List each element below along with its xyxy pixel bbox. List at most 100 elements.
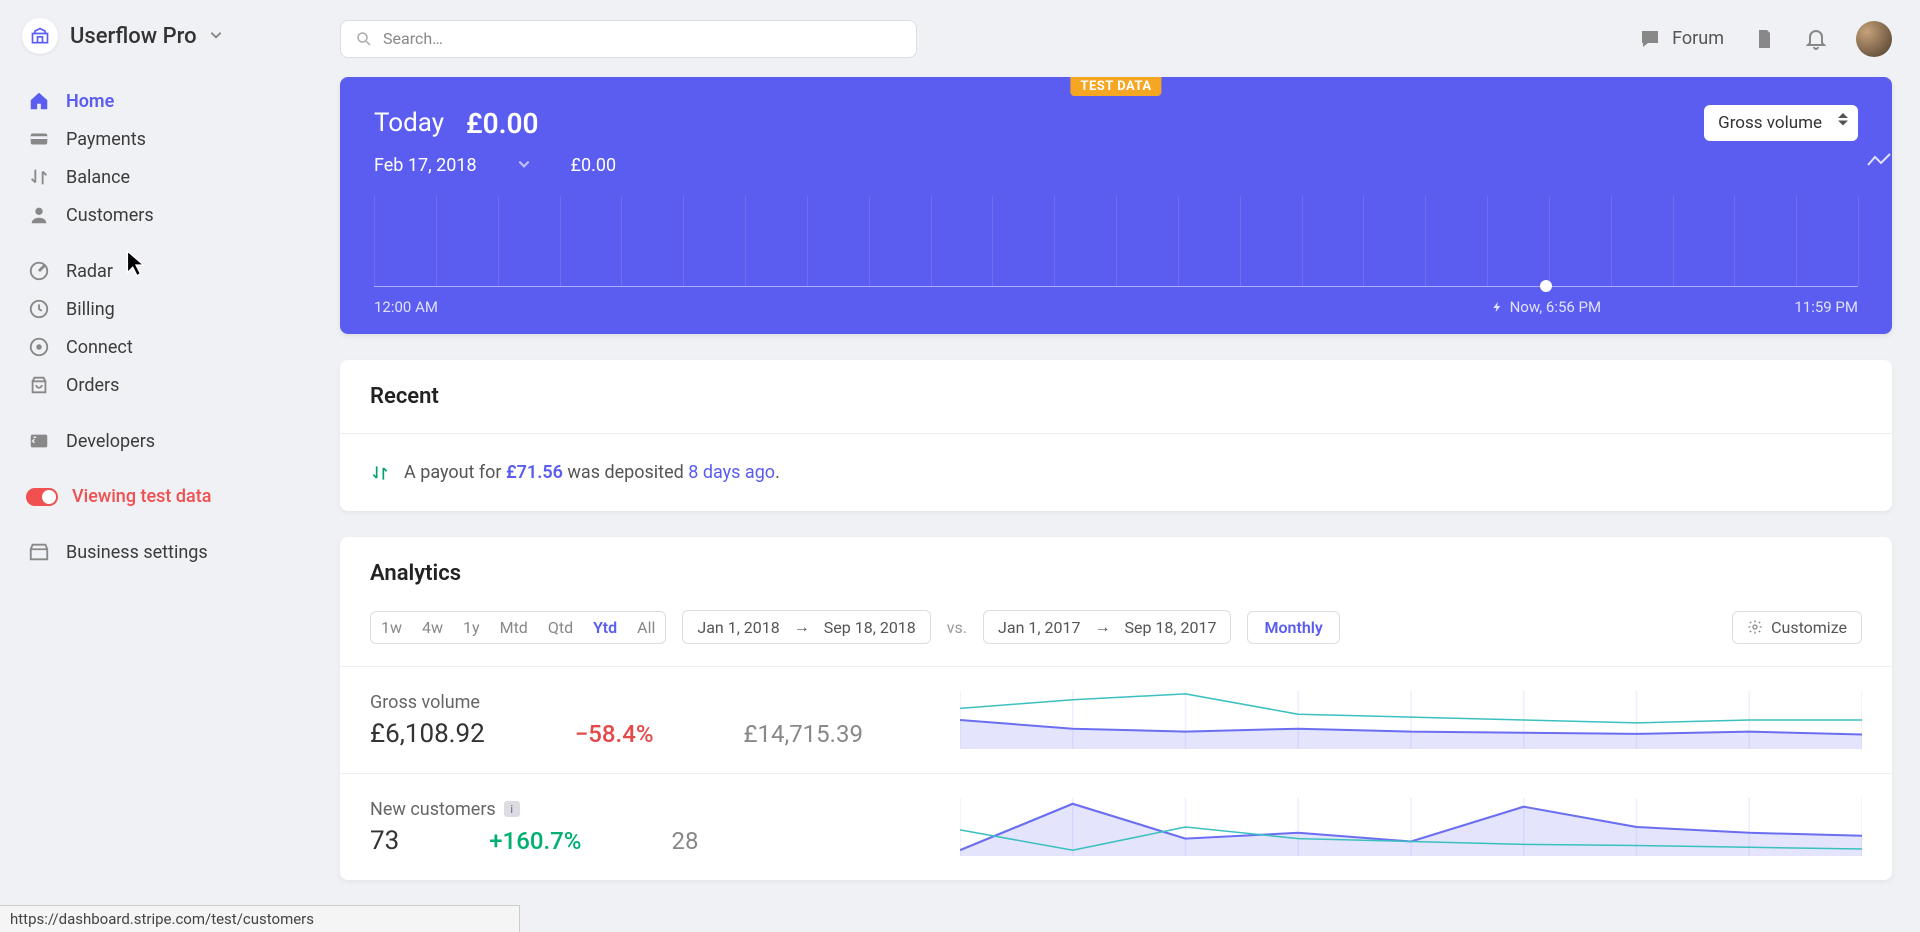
segment-qtd[interactable]: Qtd	[538, 612, 583, 643]
segment-1y[interactable]: 1y	[453, 612, 490, 643]
balance-icon	[28, 166, 50, 188]
granularity-selector[interactable]: Monthly	[1247, 611, 1339, 644]
segment-ytd[interactable]: Ytd	[583, 612, 627, 643]
search-icon	[355, 30, 373, 48]
analytics-row[interactable]: New customers i 73 +160.7% 28	[340, 773, 1892, 880]
payout-time-link[interactable]: 8 days ago	[688, 462, 775, 483]
period-segments: 1w4w1yMtdQtdYtdAll	[370, 611, 666, 644]
sidebar-item-orders[interactable]: Orders	[0, 366, 340, 404]
axis-now: Now, 6:56 PM	[1492, 298, 1602, 316]
gear-icon	[1747, 619, 1763, 635]
stat-compare: £14,715.39	[744, 720, 863, 748]
customize-button[interactable]: Customize	[1732, 611, 1862, 644]
sidebar-item-billing[interactable]: Billing	[0, 290, 340, 328]
axis-start: 12:00 AM	[374, 298, 438, 316]
sidebar-item-customers[interactable]: Customers	[0, 196, 340, 234]
sparkline	[960, 691, 1862, 749]
sidebar-item-label: Radar	[66, 261, 113, 282]
stat-delta: −58.4%	[575, 720, 654, 748]
chevron-down-icon	[209, 27, 223, 46]
sidebar-item-developers[interactable]: Developers	[0, 422, 340, 460]
sidebar: Userflow Pro Home Payments Balance Custo…	[0, 0, 340, 932]
metric-selector[interactable]: Gross volume	[1704, 105, 1858, 141]
metric-selector-label: Gross volume	[1718, 113, 1822, 133]
date-range-current[interactable]: Jan 1, 2018 → Sep 18, 2018	[682, 610, 930, 644]
stat-value: 73	[370, 826, 399, 856]
sidebar-item-label: Customers	[66, 205, 154, 226]
sidebar-item-payments[interactable]: Payments	[0, 120, 340, 158]
forum-link[interactable]: Forum	[1638, 27, 1724, 51]
recent-text: A payout for £71.56 was deposited 8 days…	[404, 462, 780, 483]
stat-delta: +160.7%	[489, 827, 581, 855]
search-input[interactable]: Search…	[340, 20, 917, 58]
segment-mtd[interactable]: Mtd	[490, 612, 538, 643]
date-range-compare[interactable]: Jan 1, 2017 → Sep 18, 2017	[983, 610, 1231, 644]
sidebar-item-label: Orders	[66, 375, 119, 396]
stat-compare: 28	[671, 827, 698, 855]
transfer-icon	[370, 463, 390, 483]
analytics-card: Analytics 1w4w1yMtdQtdYtdAll Jan 1, 2018…	[340, 537, 1892, 880]
payments-icon	[28, 128, 50, 150]
arrow-right-icon: →	[1094, 617, 1110, 637]
range-to: Sep 18, 2018	[824, 618, 916, 637]
sidebar-item-radar[interactable]: Radar	[0, 252, 340, 290]
test-data-toggle[interactable]: Viewing test data	[0, 478, 340, 515]
analytics-title: Analytics	[340, 537, 1892, 610]
sidebar-item-connect[interactable]: Connect	[0, 328, 340, 366]
stat-name: Gross volume	[370, 692, 930, 713]
recent-card: Recent A payout for £71.56 was deposited…	[340, 360, 1892, 511]
range-from: Jan 1, 2018	[697, 618, 779, 637]
sparkline	[960, 798, 1862, 856]
radar-icon	[28, 260, 50, 282]
now-marker	[1540, 280, 1552, 292]
granularity-label: Monthly	[1264, 618, 1322, 637]
sidebar-item-home[interactable]: Home	[0, 82, 340, 120]
today-card: TEST DATA Today £0.00 Gross volume Feb 1…	[340, 77, 1892, 334]
sidebar-item-label: Developers	[66, 431, 155, 452]
account-switcher[interactable]: Userflow Pro	[0, 18, 340, 82]
today-chart: 12:00 AM 11:59 PM Now, 6:56 PM	[374, 194, 1858, 314]
stat-value: £6,108.92	[370, 719, 485, 749]
sidebar-item-label: Billing	[66, 299, 115, 320]
browser-status-bar: https://dashboard.stripe.com/test/custom…	[0, 905, 520, 932]
customers-icon	[28, 204, 50, 226]
comparison-date[interactable]: Feb 17, 2018	[374, 155, 477, 176]
range-from: Jan 1, 2017	[998, 618, 1080, 637]
stat-name: New customers i	[370, 799, 930, 820]
orders-icon	[28, 374, 50, 396]
docs-icon[interactable]	[1752, 27, 1776, 51]
sidebar-item-balance[interactable]: Balance	[0, 158, 340, 196]
today-label: Today	[374, 108, 444, 138]
segment-1w[interactable]: 1w	[371, 612, 412, 643]
chat-icon	[1638, 27, 1662, 51]
recent-item[interactable]: A payout for £71.56 was deposited 8 days…	[340, 434, 1892, 511]
test-data-badge: TEST DATA	[1070, 77, 1161, 96]
sidebar-item-label: Business settings	[66, 542, 208, 563]
recent-title: Recent	[340, 360, 1892, 433]
developers-icon	[28, 430, 50, 452]
vs-label: vs.	[947, 618, 967, 637]
connect-icon	[28, 336, 50, 358]
sidebar-item-label: Home	[66, 91, 114, 112]
header: Search… Forum	[340, 0, 1920, 77]
search-placeholder: Search…	[383, 29, 443, 48]
sidebar-item-label: Connect	[66, 337, 133, 358]
sidebar-item-business-settings[interactable]: Business settings	[0, 533, 340, 571]
today-value: £0.00	[466, 107, 539, 140]
home-icon	[28, 90, 50, 112]
range-to: Sep 18, 2017	[1124, 618, 1216, 637]
arrow-right-icon: →	[794, 617, 810, 637]
store-icon	[28, 541, 50, 563]
segment-all[interactable]: All	[627, 612, 665, 643]
segment-4w[interactable]: 4w	[412, 612, 453, 643]
payout-amount-link[interactable]: £71.56	[506, 462, 563, 483]
main: TEST DATA Today £0.00 Gross volume Feb 1…	[340, 77, 1892, 880]
analytics-row[interactable]: Gross volume £6,108.92 −58.4% £14,715.39	[340, 666, 1892, 773]
sidebar-item-label: Balance	[66, 167, 130, 188]
test-data-label: Viewing test data	[72, 486, 211, 507]
avatar[interactable]	[1856, 21, 1892, 57]
bell-icon[interactable]	[1804, 27, 1828, 51]
axis-end: 11:59 PM	[1794, 298, 1858, 316]
chevron-down-icon	[517, 155, 531, 176]
line-chart-icon[interactable]	[1866, 151, 1892, 176]
